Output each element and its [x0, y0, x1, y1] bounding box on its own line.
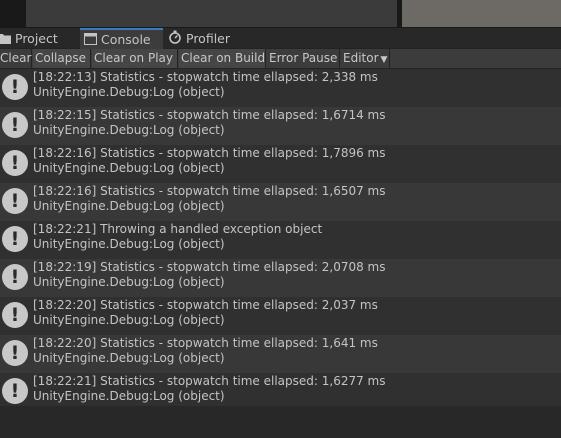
log-stacktrace: UnityEngine.Debug:Log (object) — [33, 123, 225, 137]
collapse-toggle[interactable]: Collapse — [33, 49, 91, 68]
log-stacktrace: UnityEngine.Debug:Log (object) — [33, 161, 225, 175]
log-entry[interactable]: ! [18:22:15] Statistics - stopwatch time … — [0, 107, 561, 145]
log-message: [18:22:21] Statistics - stopwatch time e… — [33, 374, 386, 388]
log-entry[interactable]: ! [18:22:20] Statistics - stopwatch time … — [0, 335, 561, 373]
log-stacktrace: UnityEngine.Debug:Log (object) — [33, 85, 225, 99]
clear-on-build-toggle[interactable]: Clear on Build — [179, 49, 266, 68]
tab-project-label: Project — [15, 31, 58, 46]
log-stacktrace: UnityEngine.Debug:Log (object) — [33, 351, 225, 365]
log-entry[interactable]: ! [18:22:19] Statistics - stopwatch time … — [0, 259, 561, 297]
info-message-icon: ! — [2, 378, 28, 404]
console-log-list[interactable]: ! [18:22:13] Statistics - stopwatch time … — [0, 69, 561, 411]
empty-log-area — [0, 406, 561, 438]
console-toolbar: Clear Collapse Clear on Play Clear on Bu… — [0, 49, 561, 69]
window-tab-bar: Project Console Profiler — [0, 28, 561, 49]
editor-dropdown-label: Editor — [343, 51, 379, 65]
folder-icon — [0, 30, 11, 49]
info-message-icon: ! — [2, 74, 28, 100]
console-icon — [84, 31, 97, 50]
log-entry[interactable]: ! [18:22:16] Statistics - stopwatch time … — [0, 145, 561, 183]
log-stacktrace: UnityEngine.Debug:Log (object) — [33, 199, 225, 213]
info-message-icon: ! — [2, 340, 28, 366]
tab-project[interactable]: Project — [0, 29, 76, 48]
info-message-icon: ! — [2, 150, 28, 176]
log-message: [18:22:21] Throwing a handled exception … — [33, 222, 323, 236]
tab-console-label: Console — [101, 32, 151, 47]
profiler-icon — [168, 30, 182, 49]
tab-console[interactable]: Console — [80, 28, 163, 49]
log-stacktrace: UnityEngine.Debug:Log (object) — [33, 389, 225, 403]
scene-panel — [26, 0, 397, 27]
log-entry[interactable]: ! [18:22:13] Statistics - stopwatch time … — [0, 69, 561, 107]
info-message-icon: ! — [2, 226, 28, 252]
log-entry[interactable]: ! [18:22:20] Statistics - stopwatch time … — [0, 297, 561, 335]
dropdown-caret-icon: ▼ — [380, 55, 388, 65]
log-message: [18:22:20] Statistics - stopwatch time e… — [33, 298, 378, 312]
info-message-icon: ! — [2, 302, 28, 328]
log-stacktrace: UnityEngine.Debug:Log (object) — [33, 237, 225, 251]
log-message: [18:22:19] Statistics - stopwatch time e… — [33, 260, 386, 274]
log-message: [18:22:20] Statistics - stopwatch time e… — [33, 336, 378, 350]
log-message: [18:22:15] Statistics - stopwatch time e… — [33, 108, 386, 122]
log-entry[interactable]: ! [18:22:21] Throwing a handled exception… — [0, 221, 561, 259]
clear-on-play-toggle[interactable]: Clear on Play — [92, 49, 178, 68]
info-message-icon: ! — [2, 112, 28, 138]
tab-profiler[interactable]: Profiler — [168, 29, 246, 48]
game-preview-panel — [402, 0, 561, 27]
clear-button[interactable]: Clear — [0, 49, 32, 68]
tab-profiler-label: Profiler — [186, 31, 231, 46]
log-stacktrace: UnityEngine.Debug:Log (object) — [33, 313, 225, 327]
info-message-icon: ! — [2, 264, 28, 290]
editor-dropdown[interactable]: Editor ▼ — [341, 49, 390, 68]
info-message-icon: ! — [2, 188, 28, 214]
log-stacktrace: UnityEngine.Debug:Log (object) — [33, 275, 225, 289]
log-message: [18:22:16] Statistics - stopwatch time e… — [33, 146, 386, 160]
log-entry[interactable]: ! [18:22:16] Statistics - stopwatch time … — [0, 183, 561, 221]
error-pause-toggle[interactable]: Error Pause — [267, 49, 340, 68]
log-message: [18:22:13] Statistics - stopwatch time e… — [33, 70, 378, 84]
scene-view-area — [0, 0, 561, 28]
log-message: [18:22:16] Statistics - stopwatch time e… — [33, 184, 386, 198]
